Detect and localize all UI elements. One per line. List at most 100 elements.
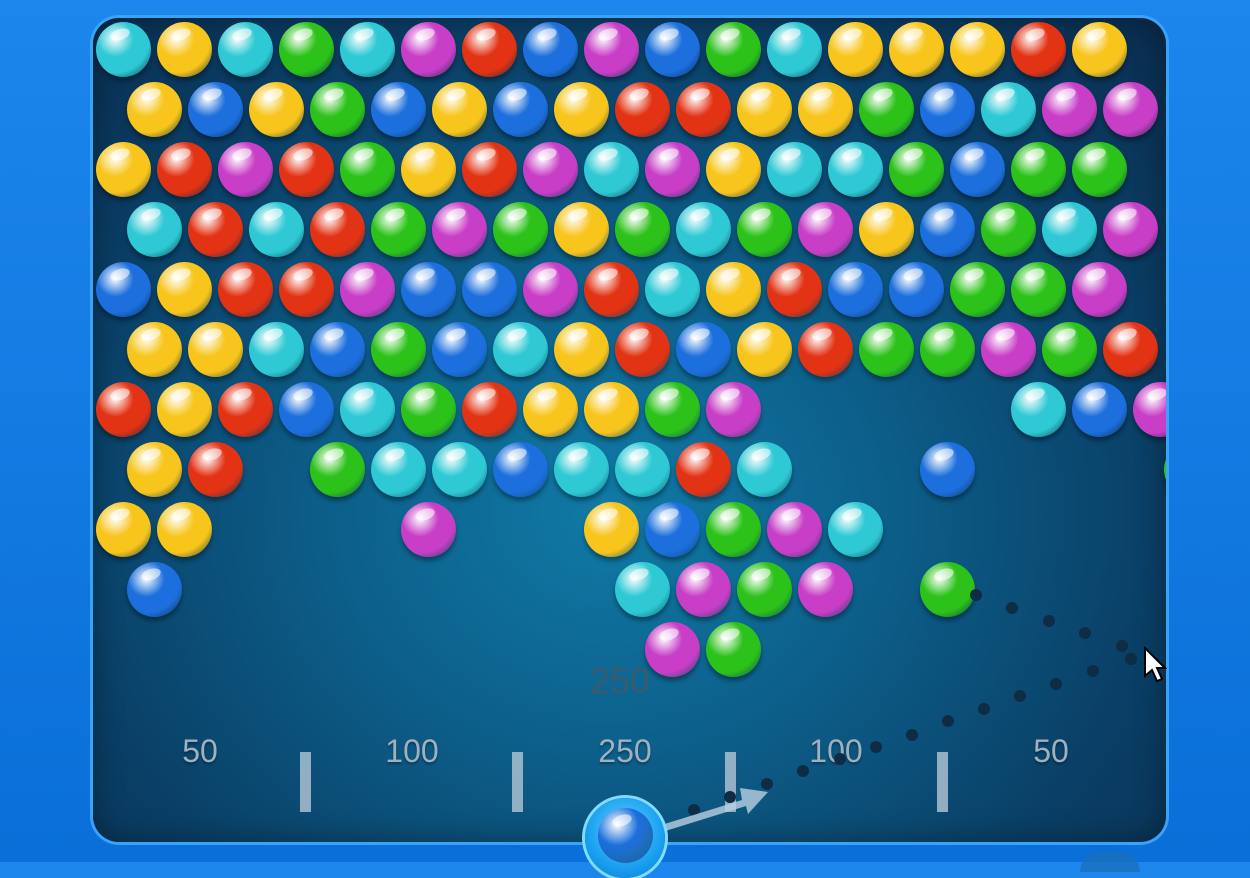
bubble-yellow <box>188 322 243 377</box>
bubble-green <box>371 202 426 257</box>
bubble-yellow <box>523 382 578 437</box>
bubble-cyan <box>249 322 304 377</box>
aim-dot <box>1006 602 1018 614</box>
bubble-cyan <box>340 22 395 77</box>
bubble-red <box>676 442 731 497</box>
bubble-yellow <box>96 142 151 197</box>
bubble-red <box>1103 322 1158 377</box>
bubble-green <box>1011 142 1066 197</box>
bubble-yellow <box>157 22 212 77</box>
bubble-green <box>1011 262 1066 317</box>
bubble-red <box>584 262 639 317</box>
bubble-yellow <box>798 82 853 137</box>
bubble-yellow <box>157 502 212 557</box>
bubble-green <box>645 382 700 437</box>
bubble-red <box>218 262 273 317</box>
bubble-yellow <box>706 142 761 197</box>
bubble-red <box>462 382 517 437</box>
bubble-green <box>737 202 792 257</box>
bubble-blue <box>676 322 731 377</box>
zone-divider <box>937 752 948 812</box>
bubble-yellow <box>584 502 639 557</box>
corner-button[interactable] <box>1080 852 1140 872</box>
bubble-yellow <box>249 82 304 137</box>
bubble-cyan <box>981 82 1036 137</box>
bubble-green <box>706 622 761 677</box>
bubble-yellow <box>950 22 1005 77</box>
points-popup: 250 <box>589 660 651 701</box>
aim-dot <box>1116 640 1128 652</box>
bubble-cyan <box>371 442 426 497</box>
bubble-blue <box>493 82 548 137</box>
bubble-green <box>981 202 1036 257</box>
bubble-green <box>737 562 792 617</box>
bubble-yellow <box>554 202 609 257</box>
bubble-magenta <box>767 502 822 557</box>
bubble-yellow <box>127 442 182 497</box>
bubble-yellow <box>554 322 609 377</box>
bubble-green <box>615 202 670 257</box>
bubble-magenta <box>523 262 578 317</box>
aim-dot <box>1087 665 1099 677</box>
bubble-cyan <box>340 382 395 437</box>
bubble-red <box>462 142 517 197</box>
bubble-blue <box>493 442 548 497</box>
bubble-blue <box>920 82 975 137</box>
bubble-yellow <box>96 502 151 557</box>
aim-arrow-icon <box>658 788 768 832</box>
bubble-magenta <box>340 262 395 317</box>
bubble-yellow <box>157 382 212 437</box>
bubble-magenta <box>645 142 700 197</box>
bubble-green <box>920 322 975 377</box>
bubble-blue <box>889 262 944 317</box>
bubble-red <box>615 322 670 377</box>
bubble-blue <box>462 262 517 317</box>
bubble-blue <box>523 22 578 77</box>
bubble-magenta <box>401 502 456 557</box>
bubble-green <box>889 142 944 197</box>
bubble-cyan <box>554 442 609 497</box>
bubble-magenta <box>1103 202 1158 257</box>
score-zone-2: 100 <box>385 733 439 769</box>
bubble-green <box>859 322 914 377</box>
bubble-green <box>493 202 548 257</box>
zone-divider <box>300 752 311 812</box>
bubble-yellow <box>737 82 792 137</box>
score-zone-5: 50 <box>1033 733 1069 769</box>
bubble-blue <box>645 502 700 557</box>
bubble-red <box>1011 22 1066 77</box>
bubble-green <box>371 322 426 377</box>
bubble-magenta <box>218 142 273 197</box>
bubble-yellow <box>584 382 639 437</box>
game-screen: { "colors": { "yellow": "#f7c51b", "cyan… <box>0 0 1250 878</box>
bubble-yellow <box>401 142 456 197</box>
score-zone-1: 50 <box>182 733 218 769</box>
bubble-cyan <box>828 142 883 197</box>
bubble-blue <box>188 82 243 137</box>
bubble-cyan <box>615 442 670 497</box>
aim-dot <box>970 589 982 601</box>
bubble-cyan <box>584 142 639 197</box>
bubble-cyan <box>767 142 822 197</box>
game-board[interactable] <box>93 18 1166 842</box>
bubble-red <box>188 442 243 497</box>
bubble-magenta <box>1042 82 1097 137</box>
bubble-magenta <box>676 562 731 617</box>
bubble-cyan <box>493 322 548 377</box>
bubble-cyan <box>1011 382 1066 437</box>
bubble-yellow <box>828 22 883 77</box>
bubble-red <box>462 22 517 77</box>
bubble-magenta <box>981 322 1036 377</box>
bubble-cyan <box>615 562 670 617</box>
bubble-yellow <box>157 262 212 317</box>
bubble-magenta <box>798 562 853 617</box>
aim-dot <box>978 703 990 715</box>
bubble-blue <box>371 82 426 137</box>
bubble-red <box>188 202 243 257</box>
bubble-blue <box>96 262 151 317</box>
bubble-red <box>218 382 273 437</box>
bubble-yellow <box>859 202 914 257</box>
bubble-red <box>96 382 151 437</box>
bubble-red <box>279 142 334 197</box>
bubble-blue <box>279 382 334 437</box>
